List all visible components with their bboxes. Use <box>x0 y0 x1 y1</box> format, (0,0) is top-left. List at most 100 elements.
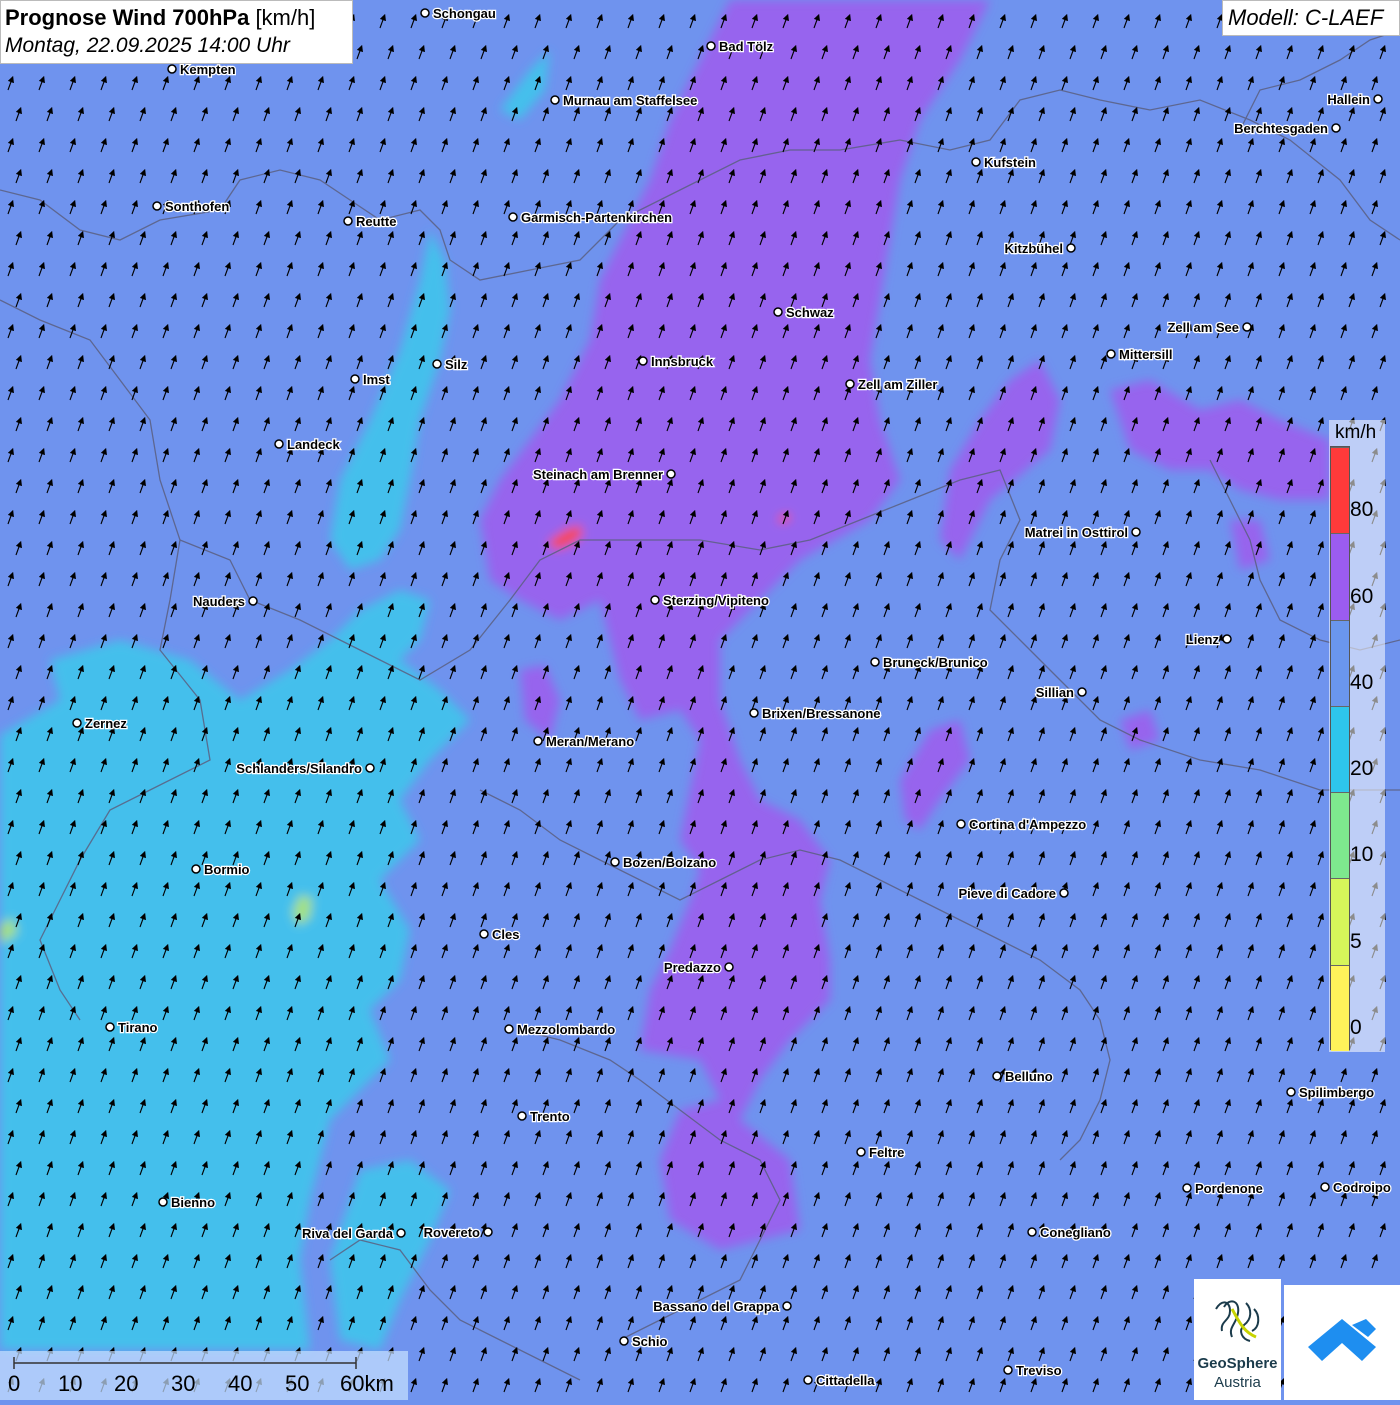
city-label: Brixen/Bressanone <box>762 706 881 721</box>
city-dot <box>650 595 660 605</box>
city-label: Zernez <box>85 716 127 731</box>
city-dot <box>971 157 981 167</box>
city-dot <box>1003 1365 1013 1375</box>
legend-color-step <box>1331 705 1349 793</box>
city-marker: Bassano del Grappa <box>652 1298 792 1315</box>
city-label: Conegliano <box>1040 1225 1111 1240</box>
legend-colorbar <box>1330 446 1350 1051</box>
city-dot <box>483 1227 493 1237</box>
city-label: Steinach am Brenner <box>533 467 663 482</box>
city-marker: Meran/Merano <box>533 733 635 750</box>
city-label: Murnau am Staffelsee <box>563 93 697 108</box>
city-label: Bassano del Grappa <box>653 1299 779 1314</box>
city-dot <box>619 1336 629 1346</box>
scale-label: 20 <box>114 1371 139 1396</box>
city-dot <box>1027 1227 1037 1237</box>
city-marker: Murnau am Staffelsee <box>550 92 699 109</box>
city-label: Pieve di Cadore <box>958 886 1056 901</box>
city-dot <box>350 374 360 384</box>
app-logo-icon <box>1308 1319 1376 1361</box>
city-dot <box>845 379 855 389</box>
legend-label: 60 <box>1350 584 1374 608</box>
city-dot <box>479 929 489 939</box>
city-label: Garmisch-Partenkirchen <box>521 210 672 225</box>
city-marker: Cortina d'Ampezzo <box>956 816 1088 833</box>
city-label: Trento <box>530 1109 570 1124</box>
city-marker: Schongau <box>420 5 497 22</box>
city-dot <box>274 439 284 449</box>
city-marker: Steinach am Brenner <box>532 466 676 483</box>
city-label: Pordenone <box>1195 1181 1263 1196</box>
legend-label: 40 <box>1350 670 1374 694</box>
scale-label: 10 <box>58 1371 83 1396</box>
city-label: Lienz <box>1186 632 1220 647</box>
city-dot <box>191 864 201 874</box>
city-label: Nauders <box>193 594 245 609</box>
city-label: Rovereto <box>424 1225 480 1240</box>
city-dot <box>610 857 620 867</box>
city-label: Mittersill <box>1119 347 1172 362</box>
city-dot <box>517 1111 527 1121</box>
color-legend: km/h 80 60 40 20 10 5 0 <box>1329 420 1385 1052</box>
city-label: Imst <box>363 372 390 387</box>
city-marker: Zell am Ziller <box>845 376 939 393</box>
city-label: Zell am See <box>1167 320 1239 335</box>
city-label: Mezzolombardo <box>517 1022 615 1037</box>
scale-label: 60km <box>340 1371 394 1396</box>
city-dot <box>749 708 759 718</box>
city-marker: Zell am See <box>1166 319 1252 336</box>
city-dot <box>533 736 543 746</box>
legend-label: 80 <box>1350 498 1374 522</box>
city-label: Belluno <box>1005 1069 1053 1084</box>
city-dot <box>1286 1087 1296 1097</box>
city-dot <box>856 1147 866 1157</box>
geosphere-logo: GeoSphere Austria <box>1194 1279 1281 1400</box>
city-dot <box>343 216 353 226</box>
wind-map: Schongau Bad Tölz Kempten Murnau am Staffel… <box>0 0 1400 1400</box>
city-label: Predazzo <box>664 960 721 975</box>
city-label: Bruneck/Brunico <box>883 655 988 670</box>
city-marker: Schlanders/Silandro <box>235 760 375 777</box>
city-marker: Innsbruck <box>638 353 715 370</box>
city-dot <box>956 819 966 829</box>
city-dot <box>803 1375 813 1385</box>
city-dot <box>1066 243 1076 253</box>
city-label: Sterzing/Vipiteno <box>663 593 769 608</box>
city-dot <box>1373 94 1383 104</box>
scale-label: 0 <box>8 1371 21 1396</box>
city-marker: Brixen/Bressanone <box>749 705 882 722</box>
city-dot <box>365 763 375 773</box>
title-box: Prognose Wind 700hPa [km/h] Montag, 22.0… <box>0 0 353 64</box>
city-dot <box>167 64 177 74</box>
geosphere-logo-icon <box>1215 1300 1260 1342</box>
city-marker: Berchtesgaden <box>1233 120 1341 137</box>
city-label: Bozen/Bolzano <box>623 855 716 870</box>
city-dot <box>550 95 560 105</box>
city-label: Riva del Garda <box>302 1226 394 1241</box>
city-label: Bienno <box>171 1195 215 1210</box>
city-dot <box>1106 349 1116 359</box>
city-label: Schio <box>632 1334 667 1349</box>
city-dot <box>432 359 442 369</box>
city-label: Schlanders/Silandro <box>236 761 362 776</box>
city-marker: Spilimbergo <box>1286 1084 1375 1101</box>
city-label: Berchtesgaden <box>1234 121 1328 136</box>
city-label: Meran/Merano <box>546 734 634 749</box>
city-label: Feltre <box>869 1145 904 1160</box>
legend-unit: km/h <box>1335 422 1377 443</box>
scale-label: 30 <box>171 1371 196 1396</box>
city-label: Landeck <box>287 437 341 452</box>
city-label: Sillian <box>1036 685 1074 700</box>
city-dot <box>248 596 258 606</box>
city-marker: Pieve di Cadore <box>957 885 1069 902</box>
forecast-datetime: Montag, 22.09.2025 14:00 Uhr <box>5 34 290 57</box>
city-marker: Pordenone <box>1182 1180 1264 1197</box>
legend-label: 20 <box>1350 757 1374 781</box>
legend-color-step <box>1331 964 1349 1051</box>
city-dot <box>508 212 518 222</box>
legend-color-step <box>1331 447 1349 534</box>
city-dot <box>706 41 716 51</box>
city-label: Hallein <box>1327 92 1370 107</box>
city-marker: Mezzolombardo <box>504 1021 617 1038</box>
legend-color-step <box>1331 619 1349 706</box>
